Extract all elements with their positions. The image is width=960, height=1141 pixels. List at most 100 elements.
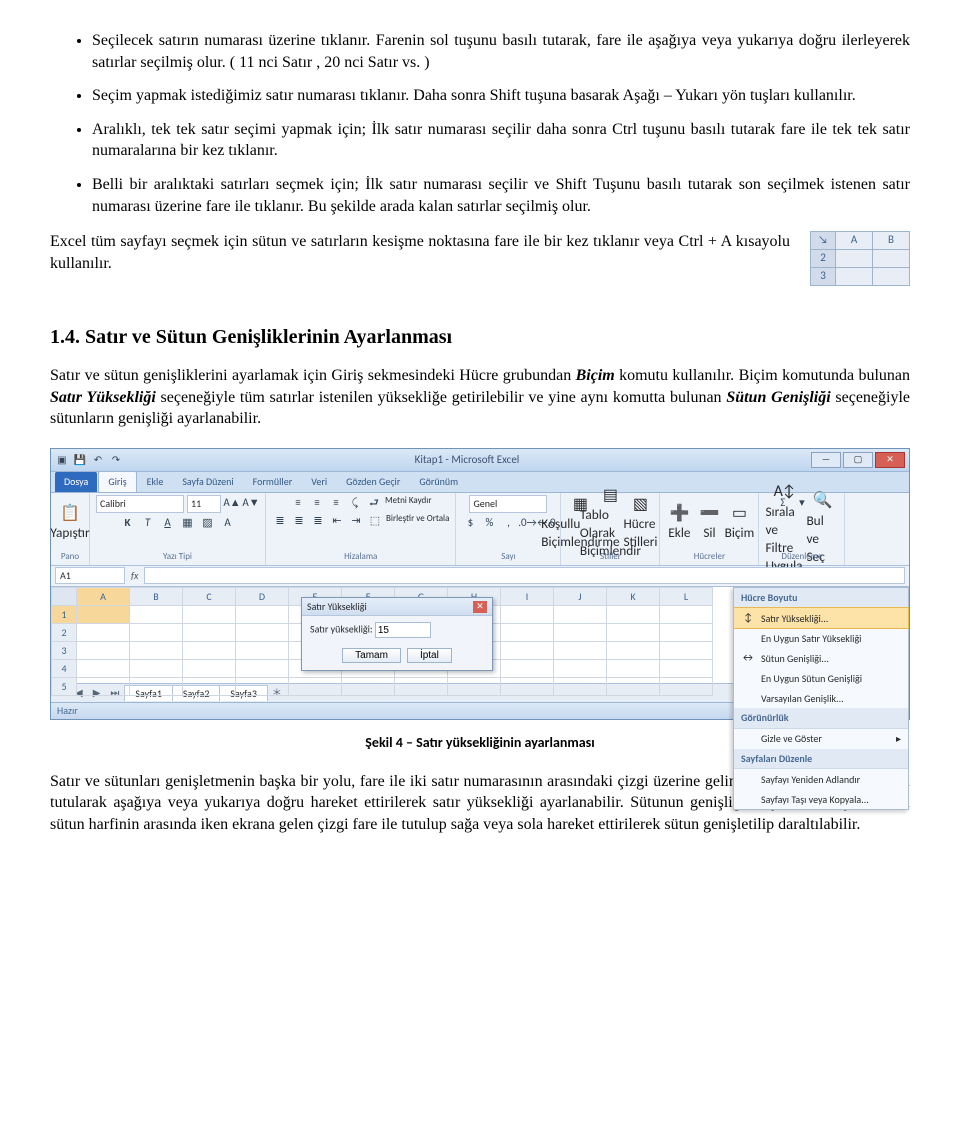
mini-sheet-corner[interactable]: ↘	[811, 232, 836, 250]
mini-sheet: ↘ A B 2 3	[810, 231, 910, 286]
menu-col-width[interactable]: ↔Sütun Genişliği...	[734, 648, 908, 668]
font-name-select[interactable]: Calibri	[96, 495, 184, 513]
align-middle-icon[interactable]: ≡	[309, 495, 325, 511]
menu-autofit-row[interactable]: En Uygun Satır Yüksekliği	[734, 628, 908, 648]
align-right-icon[interactable]: ≣	[310, 513, 326, 529]
align-top-icon[interactable]: ≡	[290, 495, 306, 511]
tab-formulas[interactable]: Formüller	[244, 472, 302, 492]
col-l[interactable]: L	[660, 587, 713, 605]
number-format-select[interactable]: Genel	[469, 495, 547, 513]
col-a[interactable]: A	[77, 587, 130, 605]
cancel-button[interactable]: İptal	[407, 648, 452, 663]
fx-icon[interactable]: fx	[131, 569, 138, 583]
dialog-close-icon[interactable]: ✕	[473, 601, 487, 613]
decrease-font-icon[interactable]: A▼	[243, 495, 259, 511]
bold-button[interactable]: K	[120, 515, 136, 531]
decrease-indent-icon[interactable]: ⇤	[329, 513, 345, 529]
status-text: Hazır	[57, 704, 78, 718]
bullet-4: Belli bir aralıktaki satırları seçmek iç…	[92, 174, 910, 217]
menu-default-width[interactable]: Varsayılan Genişlik...	[734, 688, 908, 708]
dialog-title: Satır Yüksekliği	[307, 600, 367, 614]
row-2[interactable]: 2	[52, 623, 77, 641]
ok-button[interactable]: Tamam	[342, 648, 401, 663]
mini-sheet-col-b[interactable]: B	[873, 232, 910, 250]
tab-file[interactable]: Dosya	[55, 472, 97, 492]
col-b[interactable]: B	[130, 587, 183, 605]
col-c[interactable]: C	[183, 587, 236, 605]
border-icon[interactable]: ▦	[180, 515, 196, 531]
formula-input[interactable]	[144, 567, 905, 584]
menu-header-cell-size: Hücre Boyutu	[734, 588, 908, 609]
sort-filter-icon[interactable]: A↕Sırala ve Filtre Uygula	[765, 513, 803, 543]
font-color-icon[interactable]: A	[220, 515, 236, 531]
paste-icon[interactable]: 📋Yapıştır	[57, 507, 83, 537]
mini-sheet-row-2[interactable]: 2	[811, 250, 836, 268]
tab-review[interactable]: Gözden Geçir	[337, 472, 409, 492]
insert-cells-icon[interactable]: ➕Ekle	[666, 507, 692, 537]
row-height-input[interactable]	[375, 622, 431, 638]
menu-header-organize: Sayfaları Düzenle	[734, 749, 908, 770]
tab-data[interactable]: Veri	[302, 472, 336, 492]
format-menu: Hücre Boyutu ↕Satır Yüksekliği... En Uyg…	[733, 587, 909, 811]
group-editing: Σ ▾ ✎ A↕Sırala ve Filtre Uygula 🔍Bul ve …	[759, 493, 845, 565]
merge-icon[interactable]: ⬚	[367, 513, 383, 529]
menu-rename-sheet[interactable]: Sayfayı Yeniden Adlandır	[734, 769, 908, 789]
row-3[interactable]: 3	[52, 641, 77, 659]
row-5[interactable]: 5	[52, 677, 77, 695]
percent-icon[interactable]: %	[481, 515, 497, 531]
maximize-button[interactable]: ▢	[843, 452, 873, 468]
group-styles: ▦Koşullu Biçimlendirme ▤Tablo Olarak Biç…	[561, 493, 660, 565]
increase-indent-icon[interactable]: ⇥	[348, 513, 364, 529]
format-cells-icon[interactable]: ▭Biçim	[726, 507, 752, 537]
italic-button[interactable]: T	[140, 515, 156, 531]
save-icon[interactable]: 💾	[73, 453, 87, 467]
align-left-icon[interactable]: ≣	[272, 513, 288, 529]
col-k[interactable]: K	[607, 587, 660, 605]
bullet-1: Seçilecek satırın numarası üzerine tıkla…	[92, 30, 910, 73]
col-j[interactable]: J	[554, 587, 607, 605]
ribbon: 📋Yapıştır Pano Calibri 11 A▲ A▼ K T A ▦	[51, 493, 909, 566]
group-font: Calibri 11 A▲ A▼ K T A ▦ ▨ A Yazı Tipi	[90, 493, 266, 565]
fill-color-icon[interactable]: ▨	[200, 515, 216, 531]
align-center-icon[interactable]: ≣	[291, 513, 307, 529]
align-bottom-icon[interactable]: ≡	[328, 495, 344, 511]
heading-1-4: 1.4. Satır ve Sütun Genişliklerinin Ayar…	[50, 324, 910, 351]
close-button[interactable]: ✕	[875, 452, 905, 468]
redo-icon[interactable]: ↷	[109, 453, 123, 467]
cell-styles-icon[interactable]: ▧Hücre Stilleri	[627, 507, 653, 537]
tab-home[interactable]: Giriş	[98, 471, 136, 492]
comma-icon[interactable]: ,	[500, 515, 516, 531]
row-4[interactable]: 4	[52, 659, 77, 677]
increase-decimal-icon[interactable]: .0→	[519, 515, 535, 531]
menu-move-copy-sheet[interactable]: Sayfayı Taşı veya Kopyala...	[734, 789, 908, 809]
find-select-icon[interactable]: 🔍Bul ve Seç	[806, 513, 838, 543]
col-d[interactable]: D	[236, 587, 289, 605]
menu-autofit-col[interactable]: En Uygun Sütun Genişliği	[734, 668, 908, 688]
font-size-select[interactable]: 11	[187, 495, 221, 513]
select-all-corner[interactable]	[52, 587, 77, 605]
mini-sheet-row-3[interactable]: 3	[811, 268, 836, 286]
undo-icon[interactable]: ↶	[91, 453, 105, 467]
excel-window: ▣ 💾 ↶ ↷ Kitap1 - Microsoft Excel — ▢ ✕ D…	[50, 448, 910, 720]
currency-icon[interactable]: $	[462, 515, 478, 531]
figure-excel: ▣ 💾 ↶ ↷ Kitap1 - Microsoft Excel — ▢ ✕ D…	[50, 448, 910, 720]
bullet-list: Seçilecek satırın numarası üzerine tıkla…	[50, 30, 910, 217]
menu-hide-show[interactable]: Gizle ve Göster▸	[734, 729, 908, 749]
bullet-3: Aralıklı, tek tek satır seçimi yapmak iç…	[92, 119, 910, 162]
name-box[interactable]: A1	[55, 567, 125, 584]
underline-button[interactable]: A	[160, 515, 176, 531]
minimize-button[interactable]: —	[811, 452, 841, 468]
format-as-table-icon[interactable]: ▤Tablo Olarak Biçimlendir	[597, 507, 623, 537]
increase-font-icon[interactable]: A▲	[224, 495, 240, 511]
para-select-all: Excel tüm sayfayı seçmek için sütun ve s…	[50, 231, 910, 274]
col-i[interactable]: I	[501, 587, 554, 605]
tab-insert[interactable]: Ekle	[138, 472, 173, 492]
orientation-icon[interactable]: ⤹	[347, 495, 363, 511]
mini-sheet-col-a[interactable]: A	[836, 232, 873, 250]
wrap-text-icon[interactable]: ⮐	[366, 495, 382, 511]
row-1[interactable]: 1	[52, 605, 77, 623]
tab-page-layout[interactable]: Sayfa Düzeni	[173, 472, 242, 492]
delete-cells-icon[interactable]: ➖Sil	[696, 507, 722, 537]
menu-row-height[interactable]: ↕Satır Yüksekliği...	[733, 607, 909, 629]
tab-view[interactable]: Görünüm	[410, 472, 467, 492]
